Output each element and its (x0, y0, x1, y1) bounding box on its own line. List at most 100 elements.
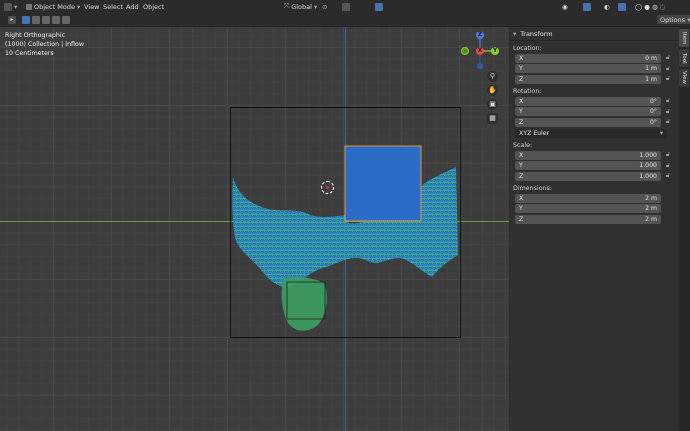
menu-add[interactable]: Add (126, 2, 139, 11)
location-x-field[interactable]: X 0 m (515, 53, 661, 63)
cursor-tool-icon: ▸ (8, 15, 16, 24)
mode-select[interactable]: Object Mode ▾ (26, 2, 80, 11)
axis-label: Z (519, 172, 524, 180)
tab-tool[interactable]: Tool (679, 49, 689, 67)
transform-panel-header[interactable]: ▾ Transform (509, 27, 679, 41)
tool-header: ▸ Options ▾ (0, 13, 690, 27)
viewport-info: Right Orthographic (1000) Collection | I… (5, 31, 84, 58)
navigation-gizmo[interactable]: Z Y X (460, 29, 500, 73)
menu-select[interactable]: Select (103, 2, 123, 11)
collapse-arrow-icon: ▾ (513, 29, 517, 38)
field-value: 2 m (645, 205, 657, 212)
lock-icon[interactable]: 🔓︎ (661, 54, 675, 62)
overlay-icon: ◐ (604, 2, 610, 11)
options-button[interactable]: Options ▾ (657, 15, 690, 24)
3d-viewport[interactable]: Right Orthographic (1000) Collection | I… (0, 27, 690, 431)
rotation-mode-select[interactable]: XYZ Euler ▾ (515, 129, 667, 138)
visibility-button[interactable]: ◉ (562, 2, 568, 11)
menu-view-label: View (84, 2, 100, 11)
location-z-field[interactable]: Z 1 m (515, 74, 661, 84)
object-mode-icon (26, 3, 32, 10)
axis-label: X (519, 54, 524, 62)
gizmo-z[interactable]: Z (476, 31, 484, 39)
transform-orientation-select[interactable]: ⤧ Global ▾ (284, 2, 317, 11)
lock-icon[interactable]: 🔓︎ (661, 118, 675, 126)
menu-object[interactable]: Object (143, 2, 164, 11)
sidebar-tabs: Item Tool View (679, 27, 690, 431)
tool-select-button[interactable]: ▸ (8, 15, 16, 24)
tab-item[interactable]: Item (679, 29, 689, 47)
selection-mode-buttons[interactable] (22, 15, 70, 24)
camera-icon[interactable]: ▣ (487, 99, 498, 110)
field-value: 0° (649, 97, 657, 105)
field-value: 0 m (645, 54, 657, 62)
orientation-label: Global (291, 2, 312, 11)
tab-view[interactable]: View (679, 69, 689, 87)
scale-z-field[interactable]: Z 1.000 (515, 171, 661, 181)
field-value: 0° (649, 108, 657, 115)
lock-icon[interactable]: 🔓︎ (661, 75, 675, 83)
select-extend-icon (32, 15, 40, 24)
zoom-icon[interactable]: ⚲ (487, 71, 498, 82)
rotation-y-field[interactable]: Y 0° (515, 107, 661, 116)
shading-buttons[interactable]: ◯ ● ◍ ◌ (635, 2, 665, 11)
cube-icon (4, 2, 12, 11)
collection-info: (1000) Collection | Inflow (5, 41, 85, 48)
gizmo-x[interactable]: X (476, 47, 484, 55)
pan-hand-icon[interactable]: ✋ (487, 85, 498, 96)
lock-icon[interactable]: 🔓︎ (661, 151, 675, 159)
gizmo-toggle[interactable] (583, 2, 591, 11)
lock-icon[interactable]: 🔓︎ (661, 97, 675, 105)
editor-type-button[interactable]: ▾ (4, 2, 17, 11)
dimensions-x-field[interactable]: X 2 m (515, 193, 661, 203)
scale-y-field[interactable]: Y 1.000 (515, 161, 661, 170)
solid-shading-icon: ● (644, 2, 650, 11)
axis-label: Y (519, 108, 523, 115)
rotation-mode-label: XYZ Euler (519, 130, 550, 137)
wireframe-shading-icon: ◯ (635, 2, 643, 11)
pivot-button[interactable]: ⊙ (322, 2, 327, 11)
field-value: 1 m (645, 65, 657, 72)
grid-icon[interactable]: ▦ (487, 113, 498, 124)
proportional-icon (375, 2, 383, 11)
gizmo-y[interactable]: Y (491, 47, 499, 55)
axis-label: Z (519, 118, 524, 126)
dimensions-y-field[interactable]: Y 2 m (515, 204, 661, 213)
mode-label: Object Mode (34, 2, 75, 11)
snap-icon (342, 2, 350, 11)
inflow-box (344, 145, 422, 222)
options-label: Options (660, 15, 686, 24)
overlay-toggle[interactable]: ◐ (604, 2, 610, 11)
rotation-z-field[interactable]: Z 0° (515, 117, 661, 127)
axis-label: X (519, 151, 524, 159)
gizmo-neg-z[interactable] (477, 63, 483, 69)
location-y-field[interactable]: Y 1 m (515, 64, 661, 73)
view-name: Right Orthographic (5, 32, 66, 39)
pivot-icon: ⊙ (322, 2, 328, 11)
field-value: 1.000 (639, 172, 657, 180)
xray-toggle[interactable] (618, 2, 626, 11)
location-section: Location: X 0 m 🔓︎ Y 1 m 🔓︎ Z 1 m 🔓︎ (509, 44, 679, 84)
menu-view[interactable]: View (84, 2, 99, 11)
snap-button[interactable] (342, 2, 350, 11)
gizmo-neg-y[interactable] (461, 47, 469, 55)
scale-label: Scale: (513, 142, 533, 149)
axis-label: Y (519, 205, 523, 212)
axis-label: Z (519, 215, 524, 223)
axis-label: Z (519, 75, 524, 83)
proportional-edit-button[interactable] (375, 2, 383, 11)
dimensions-label: Dimensions: (513, 185, 552, 192)
dimensions-z-field[interactable]: Z 2 m (515, 214, 661, 224)
lock-icon[interactable]: 🔓︎ (661, 65, 675, 73)
scale-section: Scale: X 1.000 🔓︎ Y 1.000 🔓︎ Z 1.000 🔓︎ (509, 141, 679, 181)
lock-icon[interactable]: 🔓︎ (661, 108, 675, 116)
select-intersect-icon (62, 15, 70, 24)
rotation-x-field[interactable]: X 0° (515, 96, 661, 106)
field-value: 1 m (645, 75, 657, 83)
lock-icon[interactable]: 🔓︎ (661, 162, 675, 170)
scale-x-field[interactable]: X 1.000 (515, 150, 661, 160)
axis-label: X (519, 194, 524, 202)
header-bar: ▾ Object Mode ▾ View Select Add Object ⤧ … (0, 0, 690, 13)
sidebar-panel: ▾ Transform Location: X 0 m 🔓︎ Y 1 m 🔓︎ Z 1 m… (509, 27, 679, 431)
lock-icon[interactable]: 🔓︎ (661, 172, 675, 180)
